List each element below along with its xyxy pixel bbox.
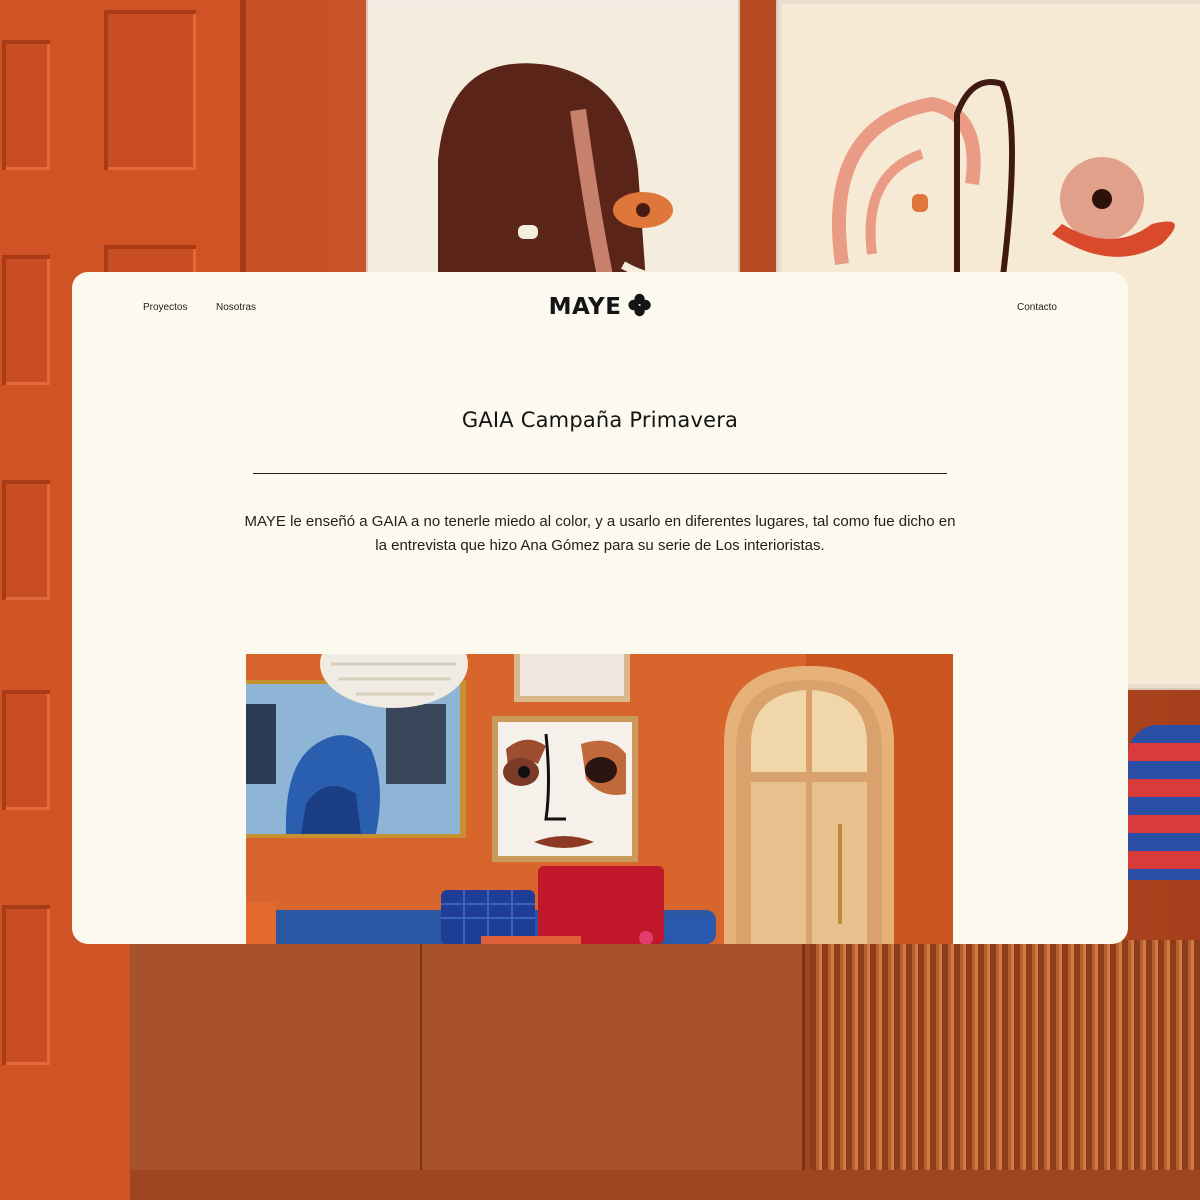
hero-interior-photo (246, 654, 953, 944)
nav-nosotras-link[interactable]: Nosotras (216, 302, 256, 313)
page-title: GAIA Campaña Primavera (461, 408, 739, 432)
website-card: Proyectos Nosotras MAYE Contacto GAIA Ca… (72, 272, 1128, 944)
nav-proyectos-link[interactable]: Proyectos (143, 302, 187, 313)
sideboard-cabinet (130, 940, 1200, 1200)
intro-paragraph: MAYE le enseñó a GAIA a no tenerle miedo… (244, 513, 956, 554)
logo-text: MAYE (548, 294, 622, 320)
title-divider (253, 473, 947, 474)
maye-logo[interactable]: MAYE (549, 293, 652, 321)
nav-contacto-link[interactable]: Contacto (1017, 302, 1057, 313)
striped-ornament (1128, 725, 1200, 880)
flower-icon (627, 293, 651, 321)
